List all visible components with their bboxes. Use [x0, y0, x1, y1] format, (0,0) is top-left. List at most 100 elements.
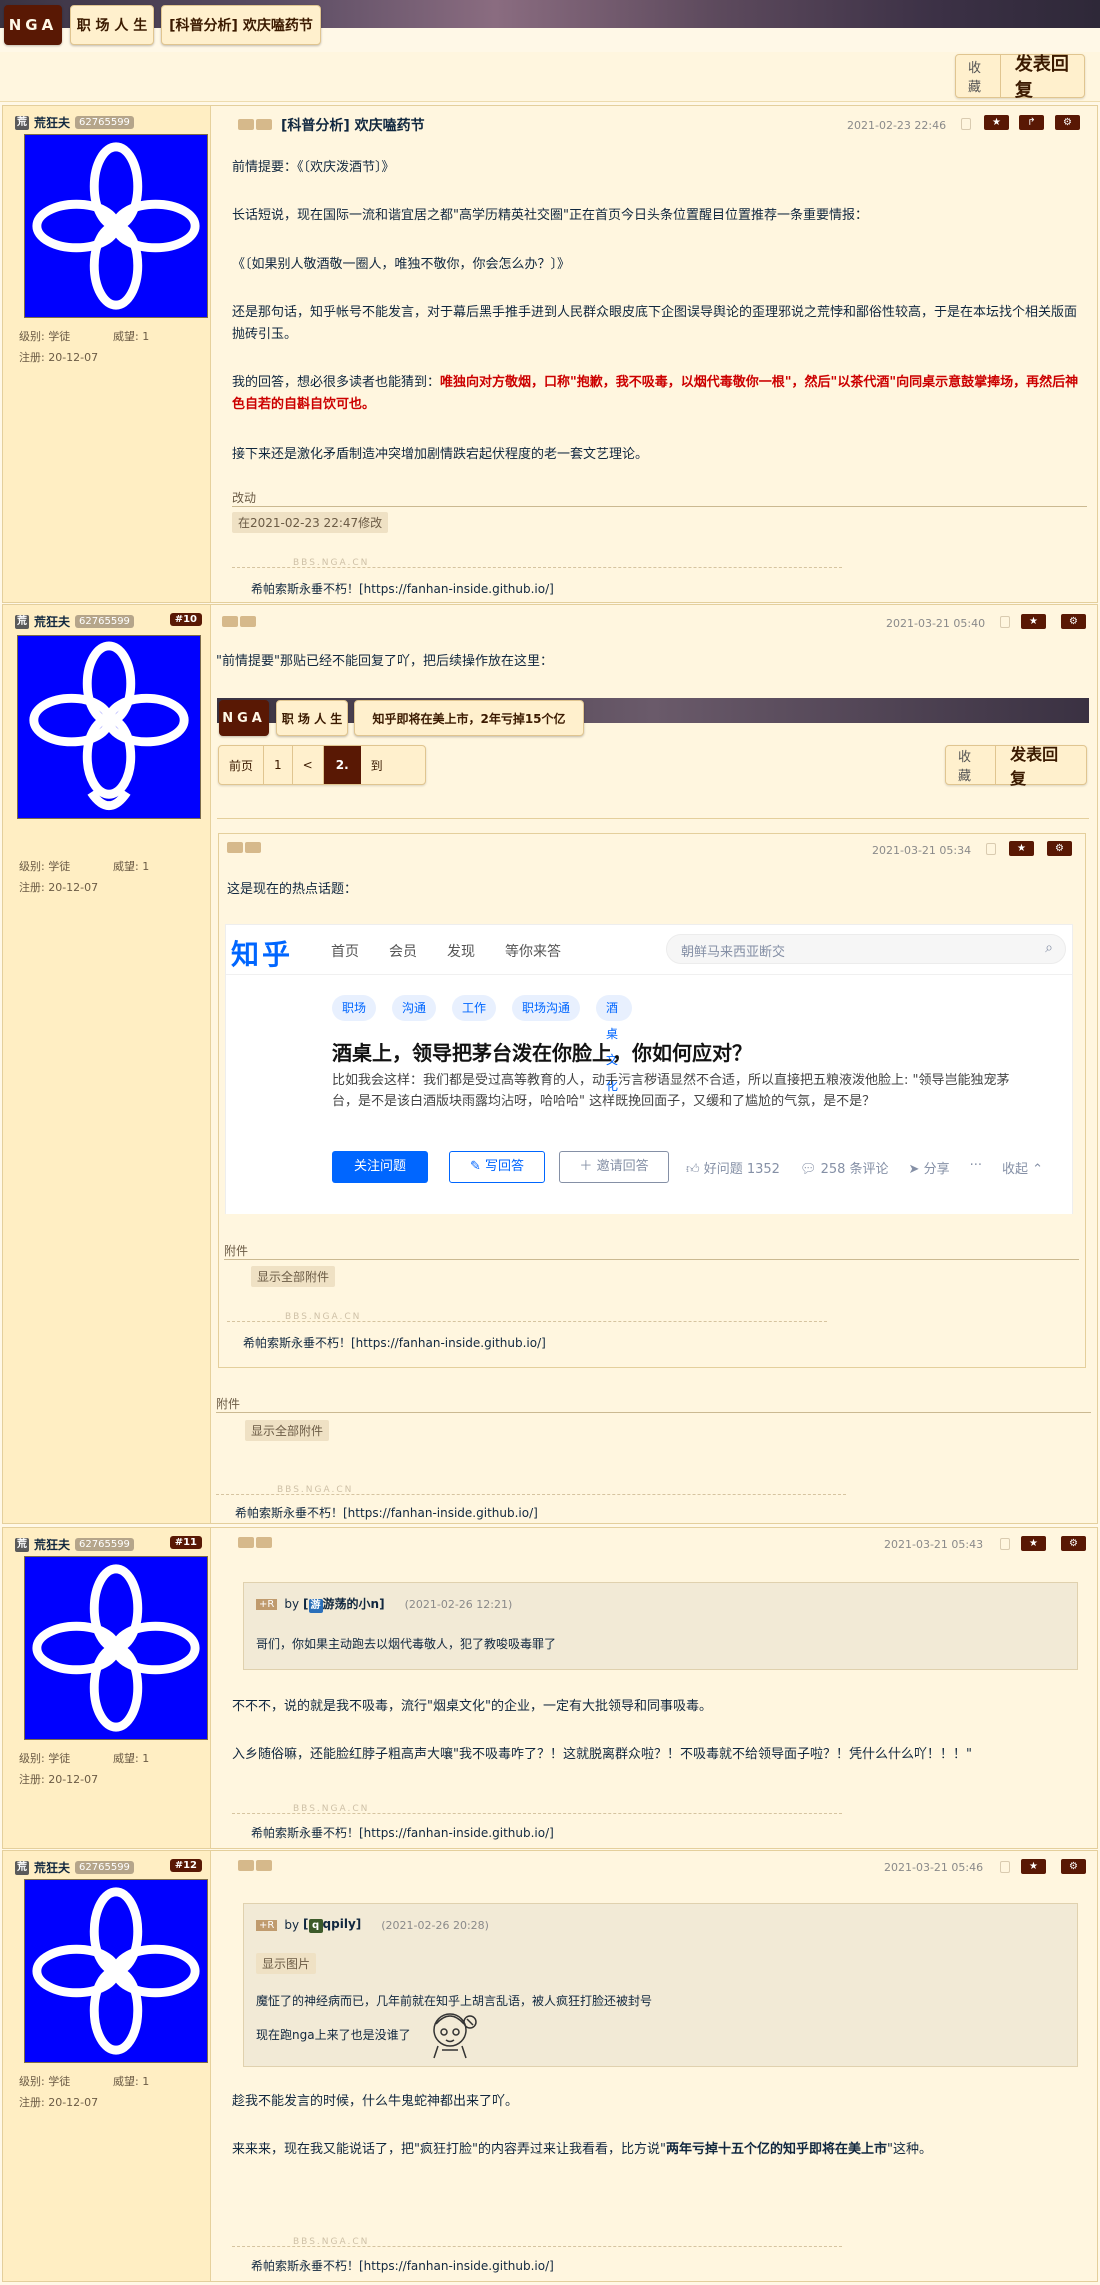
signature[interactable]: 希帕索斯永垂不朽！[https://fanhan-inside.github.i… — [251, 580, 554, 597]
post-paragraph: 接下来还是激化矛盾制造冲突增加剧情跌宕起伏程度的老一套文艺理论。 — [232, 447, 649, 462]
search-icon: ⌕ — [1045, 940, 1053, 956]
username-text[interactable]: 荒狂夫 — [34, 1536, 70, 1553]
forum-tab[interactable]: 职 场 人 生 — [70, 5, 154, 45]
post-date: 2021-03-21 05:43 — [884, 1538, 984, 1551]
signature[interactable]: 希帕索斯永垂不朽！[https://fanhan-inside.github.i… — [251, 2257, 554, 2274]
embedded-divider — [217, 801, 1089, 819]
username-text[interactable]: 荒狂夫 — [34, 1859, 70, 1876]
like-buttons[interactable] — [238, 1860, 272, 1871]
quote-by: by — [284, 1918, 300, 1932]
favorite-button[interactable]: 收藏 — [956, 55, 1001, 97]
embedded-paragraph: 这是现在的热点话题： — [227, 882, 358, 897]
like-buttons[interactable] — [238, 119, 272, 130]
username[interactable]: 荒荒狂夫 62765599 — [15, 613, 134, 630]
zhihu-question-body: 比如我会这样：我们都是受过高等教育的人，动手污言秽语显然不合适，所以直接把五粮液… — [332, 1073, 1010, 1109]
user-reg-date: 注册: 20-12-07 — [19, 2096, 99, 2109]
post-text: "这种。 — [886, 2142, 932, 2157]
zhihu-question-title: 酒桌上，领导把茅台泼在你脸上，你如何应对？ — [332, 1041, 752, 1065]
quote-user[interactable]: [游游荡的小n] — [303, 1595, 385, 1613]
star-icon[interactable]: ★ — [1021, 614, 1046, 629]
zhihu-screenshot: 知乎 首页 会员 发现 等你来答 朝鲜马来西亚断交 ⌕ 职场 沟通 工作 职场沟… — [225, 924, 1073, 1214]
show-attachments-button[interactable]: 显示全部附件 — [245, 1420, 330, 1441]
quote-username-text[interactable]: 游荡的小n — [323, 1597, 380, 1611]
floor-number[interactable]: #12 — [169, 1859, 202, 1872]
zhihu-nav: 首页 会员 发现 等你来答 — [331, 941, 561, 961]
username[interactable]: 荒荒狂夫 62765599 — [15, 114, 134, 131]
star-icon[interactable]: ★ — [1021, 1536, 1046, 1551]
username[interactable]: 荒荒狂夫 62765599 — [15, 1536, 134, 1553]
star-icon[interactable]: ★ — [1021, 1859, 1046, 1874]
more-icon: ··· — [969, 1158, 982, 1173]
floor-number[interactable]: #11 — [169, 1536, 202, 1549]
zhihu-collapse-label: 收起 — [1001, 1162, 1028, 1177]
zhihu-good-question: 👍︎ 好问题 1352 — [686, 1158, 780, 1177]
gear-icon[interactable]: ⚙ — [1061, 1859, 1086, 1874]
share-icon[interactable]: ↱ — [1019, 115, 1044, 130]
star-icon[interactable]: ★ — [984, 115, 1009, 130]
zhihu-logo: 知乎 — [231, 938, 294, 971]
avatar[interactable] — [24, 1879, 208, 2063]
invite-icon: ＋ — [579, 1159, 597, 1174]
pin-icon[interactable] — [1000, 1538, 1010, 1550]
user-icon: 荒 — [15, 115, 29, 130]
post-date: 2021-03-21 05:46 — [884, 1861, 984, 1874]
quote-header: +R by [游游荡的小n] (2021-02-26 12:21) — [256, 1595, 512, 1613]
quote-user[interactable]: [q qpily] — [303, 1917, 361, 1933]
user-icon: 荒 — [15, 1537, 29, 1552]
signature-watermark: BBS.NGA.CN — [293, 558, 370, 568]
show-image-button[interactable]: 显示图片 — [256, 1953, 317, 1974]
floor-number[interactable]: #10 — [169, 613, 202, 626]
zhihu-invite-label: 邀请回答 — [596, 1159, 649, 1174]
gear-icon[interactable]: ⚙ — [1055, 115, 1080, 130]
zhihu-comments: 💬︎ 258 条评论 — [800, 1158, 889, 1177]
nga-logo[interactable]: NGA — [4, 5, 62, 45]
pen-icon: ✎ — [469, 1159, 485, 1174]
username[interactable]: 荒荒狂夫 62765599 — [15, 1859, 134, 1876]
post-text: 来来来，现在我又能说话了，把"疯狂打脸"的内容弄过来让我看看，比方说" — [232, 2142, 666, 2157]
signature[interactable]: 希帕索斯永垂不朽！[https://fanhan-inside.github.i… — [251, 1824, 554, 1841]
post-body: [科普分析] 欢庆嗑药节 2021-02-23 22:46 ★ ↱ ⚙ 前情提要… — [229, 106, 1097, 602]
quote-block: +R by [游游荡的小n] (2021-02-26 12:21) 哥们，你如果… — [243, 1582, 1078, 1670]
gear-icon[interactable]: ⚙ — [1061, 1536, 1086, 1551]
embedded-post: 2021-03-21 05:34 ★ ⚙ 这是现在的热点话题： 知乎 首页 会员… — [218, 833, 1086, 1368]
user-id-badge: 62765599 — [75, 116, 134, 129]
page-back: < — [293, 746, 324, 784]
reply-badge-icon: +R — [256, 1598, 278, 1610]
pin-icon[interactable] — [1000, 616, 1010, 628]
quote-date: (2021-02-26 12:21) — [404, 1597, 513, 1611]
post-reply: 荒荒狂夫 62765599 #11 级别: 学徒 威望: 1 注册: 20-12-… — [2, 1527, 1098, 1849]
username-text[interactable]: 荒狂夫 — [34, 114, 70, 131]
avatar[interactable] — [24, 134, 208, 318]
user-prestige: 威望: 1 — [113, 1752, 150, 1765]
signature[interactable]: 希帕索斯永垂不朽！[https://fanhan-inside.github.i… — [235, 1504, 538, 1521]
thread-title-tab[interactable]: [科普分析] 欢庆嗑药节 — [161, 5, 321, 45]
like-buttons[interactable] — [238, 1537, 272, 1548]
topic-pill: 酒桌文化 — [596, 995, 632, 1093]
post-paragraph: 趁我不能发言的时候，什么牛鬼蛇神都出来了吖。 — [232, 2094, 519, 2109]
zhihu-nav-item: 会员 — [389, 944, 417, 960]
comment-icon: 💬︎ — [799, 1162, 821, 1177]
embedded-star-icon: ★ — [1009, 841, 1034, 856]
quote-header: +R by [q qpily] (2021-02-26 20:28) — [256, 1917, 489, 1933]
user-panel: 荒荒狂夫 62765599 #10 级别: 学徒 威望: 1 注册: 20-12-… — [3, 605, 211, 1523]
pin-icon[interactable] — [1000, 1861, 1010, 1873]
avatar[interactable] — [24, 1556, 208, 1740]
quote-date: (2021-02-26 20:28) — [381, 1918, 489, 1932]
reply-button[interactable]: 发表回复 — [1001, 54, 1084, 101]
gear-icon[interactable]: ⚙ — [1061, 614, 1086, 629]
post-paragraph: 前情提要：《〔欢庆泼酒节〕》 — [232, 160, 395, 175]
pin-icon[interactable] — [961, 118, 971, 130]
sticker-image — [426, 2006, 478, 2060]
user-id-badge: 62765599 — [75, 1861, 134, 1874]
post-paragraph: 不不不，说的就是我不吸毒，流行"烟桌文化"的企业，一定有大批领导和同事吸毒。 — [232, 1699, 712, 1714]
quote-block: +R by [q qpily] (2021-02-26 20:28) 显示图片 魔… — [243, 1903, 1078, 2067]
chevron-up-icon: ⌃ — [1028, 1162, 1044, 1177]
avatar[interactable] — [17, 635, 201, 819]
like-buttons[interactable] — [222, 616, 256, 627]
edit-section-label: 改动 — [232, 489, 1087, 507]
post-main: 荒荒狂夫 62765599 级别: 学徒 威望: 1 注册: 20-12-07 [… — [2, 105, 1098, 603]
topic-pill: 工作 — [452, 995, 497, 1021]
quote-username-text[interactable]: qpily — [323, 1917, 356, 1931]
username-text[interactable]: 荒狂夫 — [34, 613, 70, 630]
embedded-post-date: 2021-03-21 05:34 — [872, 844, 972, 857]
